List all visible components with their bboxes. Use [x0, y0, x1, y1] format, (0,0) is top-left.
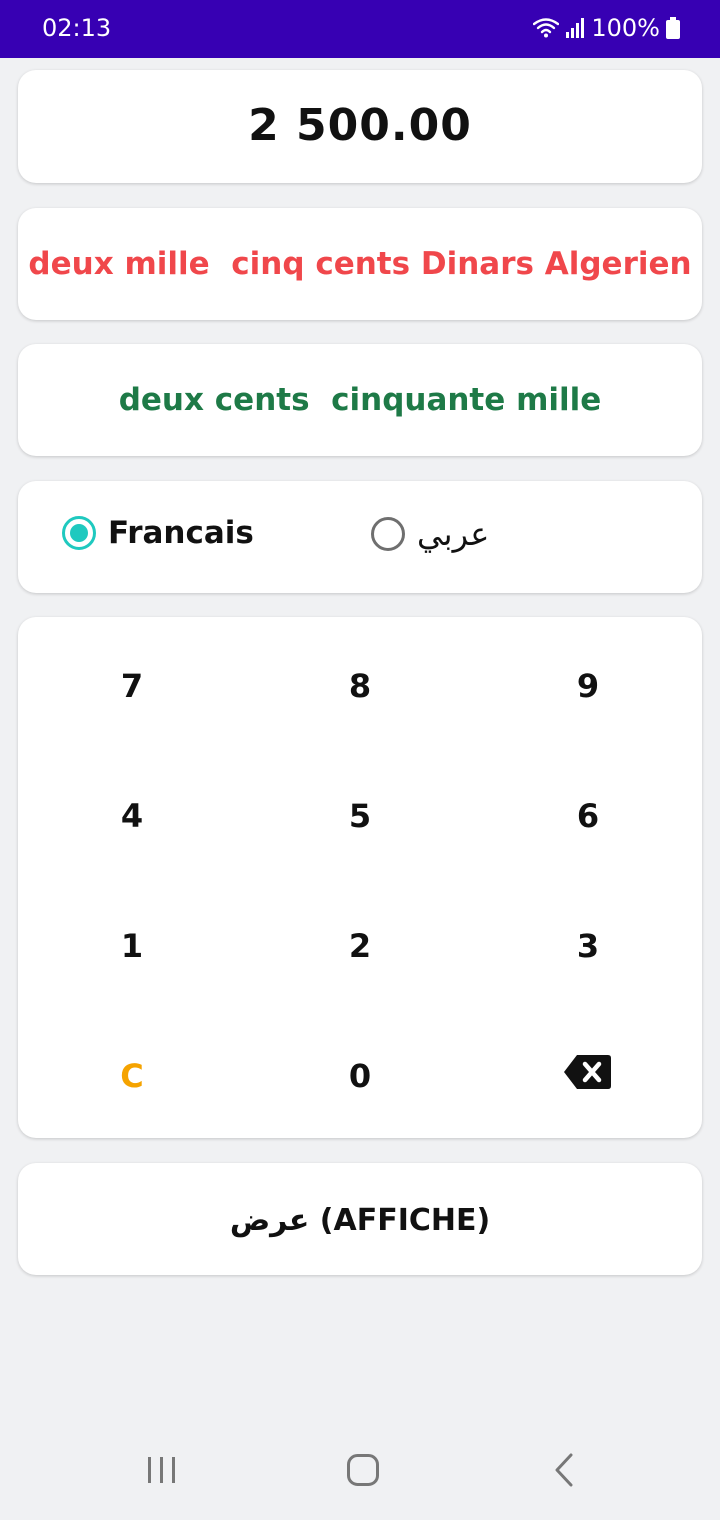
wifi-icon: [533, 17, 560, 39]
recent-apps-icon: [145, 1455, 179, 1489]
key-2[interactable]: 2: [246, 881, 474, 1011]
radio-arabic[interactable]: عربي: [371, 515, 489, 553]
status-bar: 02:13 100%: [0, 0, 720, 58]
key-3[interactable]: 3: [474, 881, 702, 1011]
key-clear[interactable]: C: [18, 1011, 246, 1141]
system-nav-bar: [0, 1426, 720, 1520]
key-0[interactable]: 0: [246, 1011, 474, 1141]
number-display-card: 2 500.00: [18, 70, 702, 183]
radio-label-arabic: عربي: [417, 515, 490, 553]
key-8[interactable]: 8: [246, 621, 474, 751]
radio-checked-icon[interactable]: [62, 516, 96, 550]
key-6[interactable]: 6: [474, 751, 702, 881]
words-result-card: deux mille cinq cents Dinars Algerien: [18, 208, 702, 320]
words-secondary-card: deux cents cinquante mille: [18, 344, 702, 456]
home-icon: [346, 1453, 380, 1491]
words-secondary-text: deux cents cinquante mille: [118, 382, 602, 418]
back-button[interactable]: [540, 1453, 588, 1491]
key-9[interactable]: 9: [474, 621, 702, 751]
battery-percent: 100%: [591, 14, 660, 42]
battery-icon: [666, 17, 680, 39]
key-4[interactable]: 4: [18, 751, 246, 881]
backspace-icon: [563, 1053, 613, 1099]
keypad: 7 8 9 4 5 6 1 2 3 C 0: [18, 617, 702, 1138]
back-icon: [552, 1453, 576, 1491]
status-time: 02:13: [42, 14, 112, 42]
key-5[interactable]: 5: [246, 751, 474, 881]
key-1[interactable]: 1: [18, 881, 246, 1011]
status-icons: 100%: [533, 14, 680, 42]
key-7[interactable]: 7: [18, 621, 246, 751]
show-button-label: عرض (AFFICHE): [229, 1203, 491, 1238]
show-button[interactable]: عرض (AFFICHE): [18, 1163, 702, 1275]
recent-apps-button[interactable]: [138, 1454, 186, 1490]
key-backspace[interactable]: [474, 1011, 702, 1141]
radio-label-francais: Francais: [108, 515, 254, 551]
radio-unchecked-icon[interactable]: [371, 517, 405, 551]
number-display: 2 500.00: [248, 100, 472, 151]
language-selector: Francais عربي: [18, 481, 702, 593]
home-button[interactable]: [339, 1454, 387, 1490]
signal-icon: [565, 17, 585, 39]
radio-francais[interactable]: Francais: [62, 515, 254, 551]
words-currency-text: deux mille cinq cents Dinars Algerien: [28, 246, 692, 282]
